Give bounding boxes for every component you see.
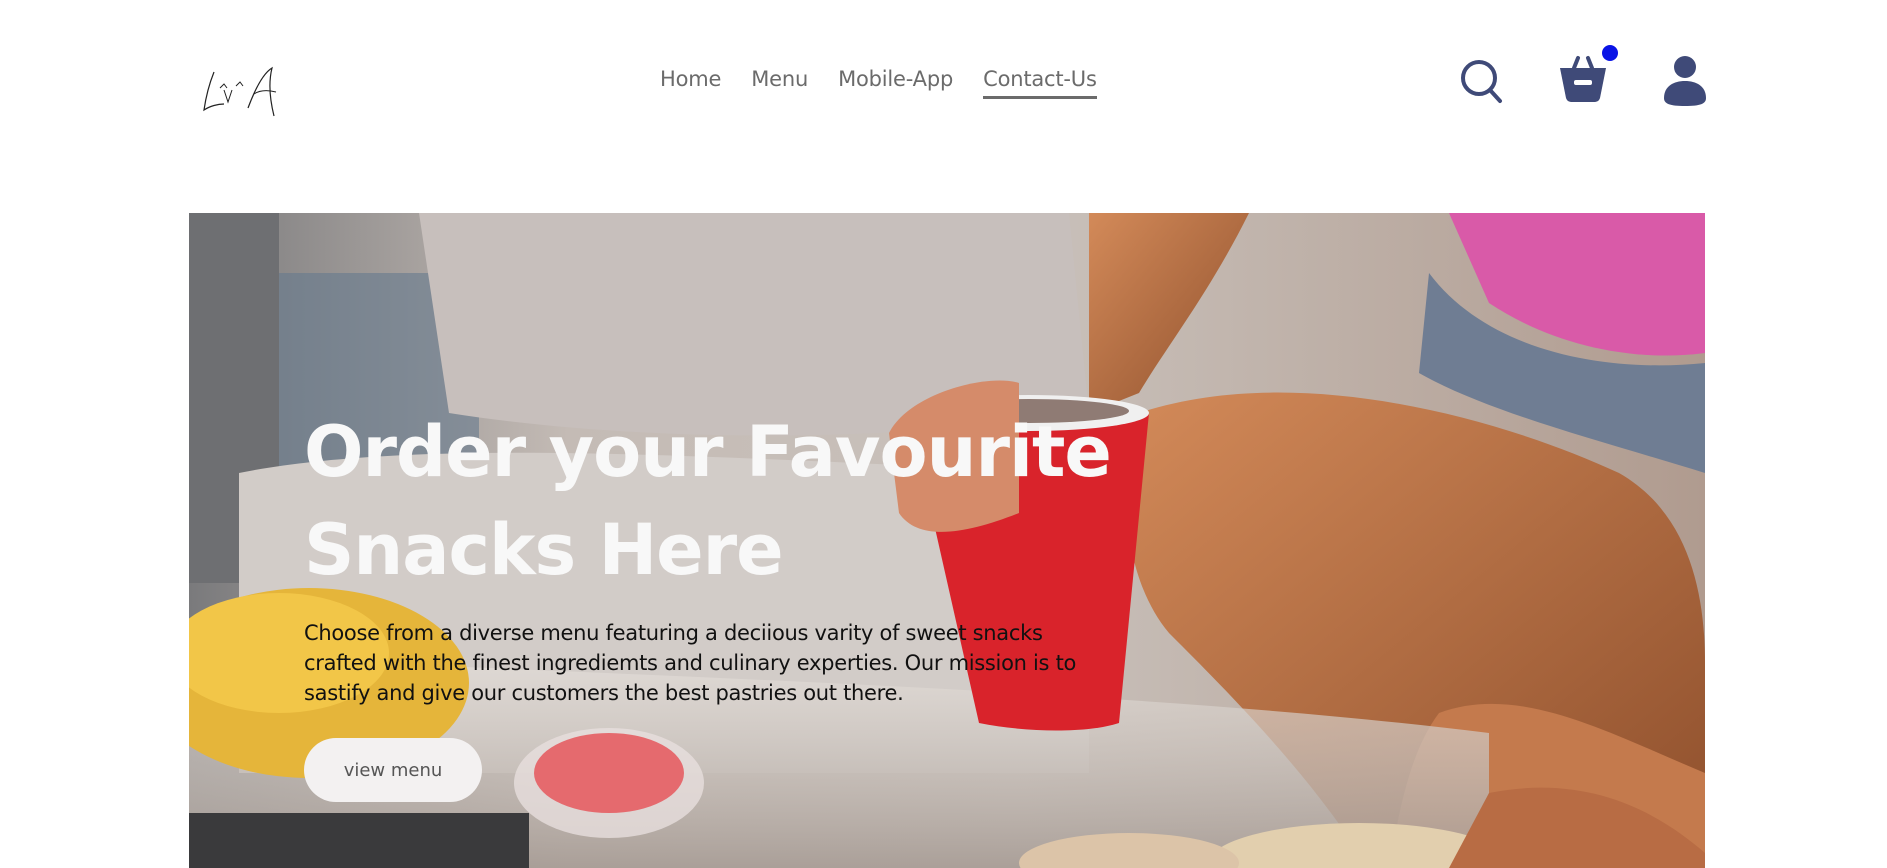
view-menu-button[interactable]: view menu xyxy=(304,738,482,802)
hero-title-line-2: Snacks Here xyxy=(304,509,784,591)
main-nav: Home Menu Mobile-App Contact-Us xyxy=(660,66,1097,99)
user-icon[interactable] xyxy=(1662,54,1708,106)
logo[interactable] xyxy=(196,60,286,120)
nav-contact-us[interactable]: Contact-Us xyxy=(983,66,1097,99)
hero-description: Choose from a diverse menu featuring a d… xyxy=(304,621,1077,705)
search-icon[interactable] xyxy=(1460,56,1506,106)
basket-icon[interactable] xyxy=(1558,52,1608,104)
hero-banner: Order your Favourite Snacks Here Choose … xyxy=(189,213,1705,868)
nav-home[interactable]: Home xyxy=(660,66,721,99)
nav-mobile-app[interactable]: Mobile-App xyxy=(838,66,953,99)
hero-title-line-1: Order your Favourite xyxy=(304,411,1112,493)
hero-title: Order your Favourite Snacks Here xyxy=(304,403,1204,599)
cart-notification-dot xyxy=(1602,45,1618,61)
nav-menu[interactable]: Menu xyxy=(751,66,808,99)
